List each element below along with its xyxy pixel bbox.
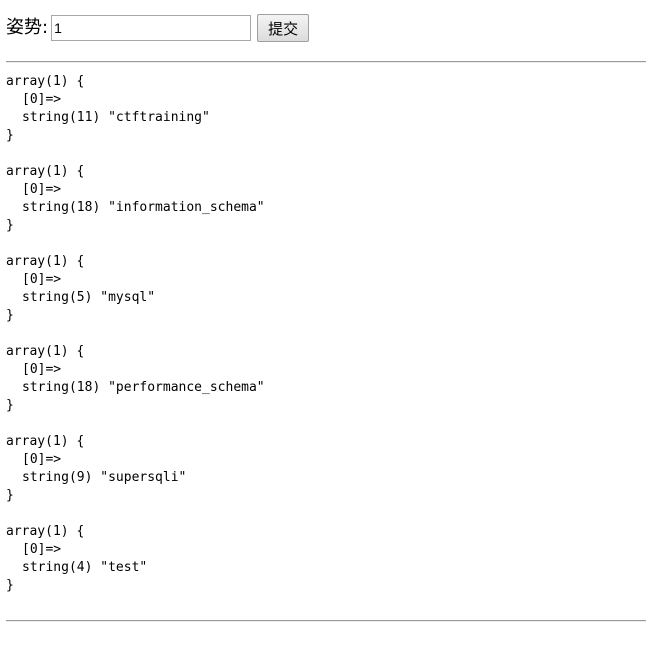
result-block: array(1) { [0]=> string(5) "mysql"}: [6, 253, 636, 343]
divider-top: [6, 61, 646, 63]
array-header: array(1) {: [6, 254, 85, 269]
array-value: string(18) "performance_schema": [22, 380, 265, 395]
query-input[interactable]: [51, 15, 252, 41]
array-header: array(1) {: [6, 344, 85, 359]
result-block: array(1) { [0]=> string(9) "supersqli"}: [6, 433, 636, 523]
array-header: array(1) {: [6, 434, 85, 449]
array-key: [0]=>: [22, 452, 62, 467]
array-key: [0]=>: [22, 92, 62, 107]
array-key: [0]=>: [22, 272, 62, 287]
query-form: 姿势: 提交: [6, 13, 310, 43]
array-value: string(18) "information_schema": [22, 200, 265, 215]
array-value: string(5) "mysql": [22, 290, 156, 305]
array-value: string(11) "ctftraining": [22, 110, 210, 125]
result-block: array(1) { [0]=> string(4) "test"}: [6, 523, 636, 613]
submit-button[interactable]: 提交: [257, 14, 310, 42]
array-close: }: [6, 128, 14, 143]
array-header: array(1) {: [6, 164, 85, 179]
array-close: }: [6, 218, 14, 233]
array-close: }: [6, 578, 14, 593]
array-close: }: [6, 308, 14, 323]
result-block: array(1) { [0]=> string(18) "information_s…: [6, 163, 636, 253]
array-value: string(9) "supersqli": [22, 470, 187, 485]
array-value: string(4) "test": [22, 560, 148, 575]
array-close: }: [6, 398, 14, 413]
array-close: }: [6, 488, 14, 503]
results-list: array(1) { [0]=> string(11) "ctftraining"}…: [6, 73, 636, 613]
array-header: array(1) {: [6, 74, 85, 89]
array-key: [0]=>: [22, 182, 62, 197]
array-header: array(1) {: [6, 524, 85, 539]
result-block: array(1) { [0]=> string(11) "ctftraining"}: [6, 73, 636, 163]
result-block: array(1) { [0]=> string(18) "performance_s…: [6, 343, 636, 433]
array-key: [0]=>: [22, 542, 62, 557]
array-key: [0]=>: [22, 362, 62, 377]
divider-bottom: [6, 620, 646, 622]
query-label: 姿势:: [6, 17, 49, 38]
